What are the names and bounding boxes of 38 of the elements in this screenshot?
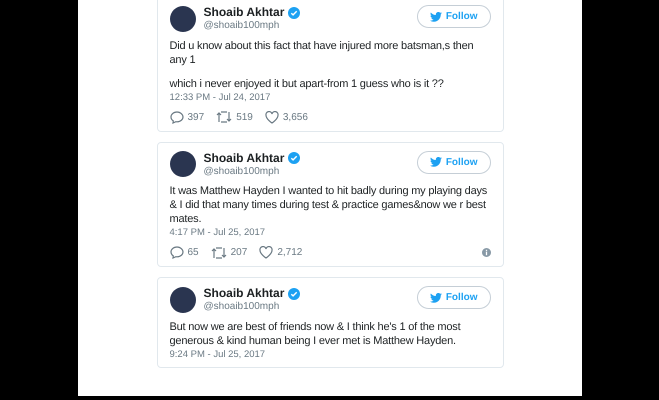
tweet-text: It was Matthew Hayden I wanted to hit badly during my playing days & I did that many times during test & practice games&now we r best mates. [170, 184, 488, 226]
tweet-timestamp[interactable]: 12:33 PM - Jul 24, 2017 [170, 92, 490, 104]
avatar [170, 151, 196, 178]
like-count: 2,712 [277, 246, 302, 260]
retweet-count: 519 [236, 110, 253, 124]
author-name: Shoaib Akhtar [204, 150, 284, 166]
follow-button[interactable]: Follow [416, 286, 490, 309]
verified-badge-icon [288, 288, 300, 300]
author-handle: @shoaib100mph [204, 166, 280, 178]
reply-icon[interactable] [170, 110, 184, 124]
tweet-text: which i never enjoyed it but apart-from 1 guess who is it ?? [170, 76, 445, 90]
avatar [170, 286, 196, 313]
tweet-timestamp[interactable]: 9:24 PM - Jul 25, 2017 [170, 348, 490, 360]
retweet-count: 207 [230, 246, 248, 260]
info-icon[interactable] [482, 248, 490, 257]
reply-icon[interactable] [170, 246, 184, 259]
tweet-timestamp[interactable]: 4:17 PM - Jul 25, 2017 [170, 227, 490, 239]
author-handle: @shoaib100mph [204, 20, 280, 32]
verified-badge-icon [288, 6, 300, 18]
reply-count: 65 [188, 246, 199, 260]
author-name: Shoaib Akhtar [204, 5, 284, 20]
retweet-icon[interactable] [210, 246, 227, 258]
retweet-icon[interactable] [216, 111, 232, 123]
author-name: Shoaib Akhtar [204, 286, 284, 301]
bird-icon [430, 157, 442, 167]
like-count: 3,656 [282, 110, 308, 124]
author-handle: @shoaib100mph [204, 301, 280, 314]
bird-icon [430, 12, 442, 22]
follow-button[interactable]: Follow [416, 5, 490, 28]
heart-icon[interactable] [264, 110, 279, 124]
bird-icon [430, 292, 442, 302]
tweet-text: But now we are best of friends now & I think he's 1 of the most generous & kind human being I ever met is Matthew Hayden. [170, 320, 462, 348]
follow-button[interactable]: Follow [416, 150, 490, 174]
reply-count: 397 [188, 110, 204, 124]
avatar [170, 6, 196, 32]
tweet-text: Did u know about this fact that have injured more batsman,s then any 1 [170, 38, 474, 66]
verified-badge-icon [288, 152, 300, 164]
heart-icon[interactable] [259, 246, 274, 259]
